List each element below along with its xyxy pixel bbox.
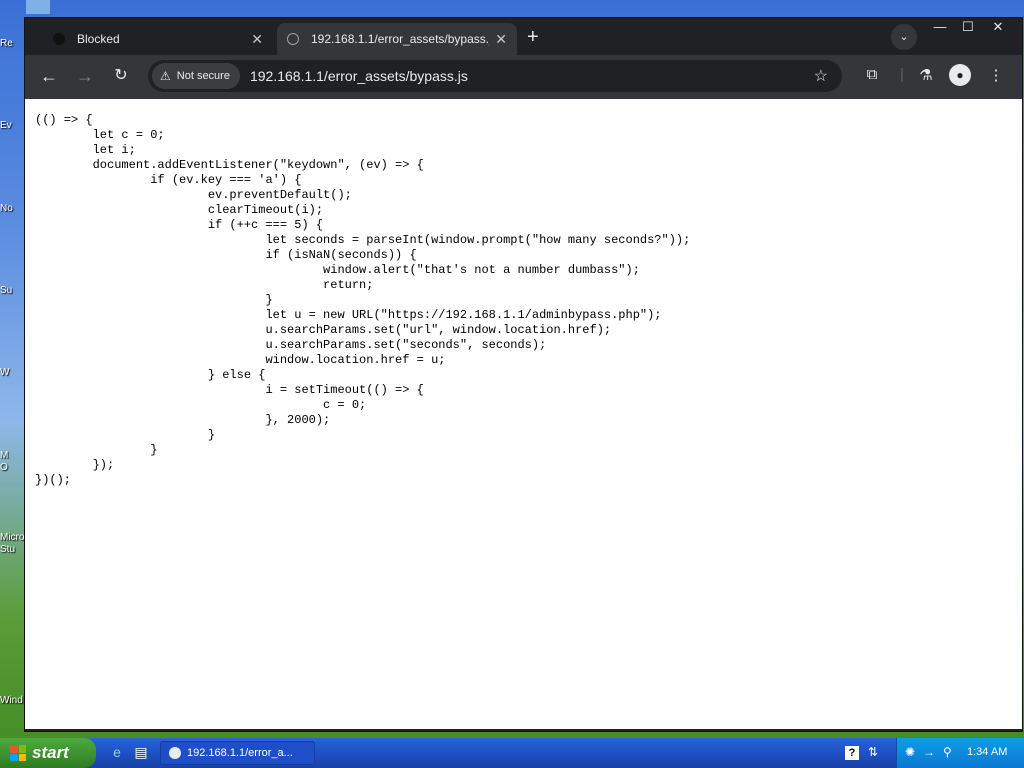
tab-favicon-icon — [53, 33, 65, 45]
forward-button[interactable]: → — [73, 65, 97, 87]
minimize-button[interactable]: — — [925, 18, 955, 36]
security-chip[interactable]: ⚠ Not secure — [152, 63, 240, 89]
desktop-label[interactable]: Re — [0, 38, 24, 49]
tab-search-button[interactable]: ⌄ — [891, 24, 917, 50]
start-label: start — [32, 743, 69, 762]
close-window-button[interactable]: ✕ — [983, 18, 1013, 36]
reload-button[interactable]: ↻ — [109, 65, 133, 87]
taskbar: start e ▤ 192.168.1.1/error_a... ? ⇅ ✺ →… — [0, 738, 1024, 768]
clock: 1:34 AM — [967, 746, 1008, 758]
bookmark-star-icon[interactable]: ☆ — [814, 66, 828, 86]
tray-arrows-icon[interactable]: ⇅ — [868, 745, 878, 759]
desktop-label[interactable]: Su — [0, 285, 24, 296]
system-tray: ✺ → ⚲ 1:34 AM — [896, 738, 1024, 768]
taskbar-window-item[interactable]: 192.168.1.1/error_a... — [160, 741, 315, 765]
address-bar[interactable]: ⚠ Not secure 192.168.1.1/error_assets/by… — [148, 60, 842, 92]
desktop-label[interactable]: O — [0, 462, 24, 473]
globe-icon — [287, 33, 299, 45]
security-label: Not secure — [176, 70, 230, 82]
tray-arrow-icon[interactable]: → — [923, 745, 935, 759]
more-menu-icon[interactable]: ⋮ — [985, 66, 1007, 84]
tab-title: Blocked — [77, 32, 120, 46]
desktop-label[interactable]: Wind — [0, 695, 24, 706]
page-content: (() => { let c = 0; let i; document.addE… — [25, 99, 1022, 729]
desktop-label[interactable]: No — [0, 203, 24, 214]
chrome-icon — [169, 747, 181, 759]
search-icon[interactable]: ⚲ — [943, 745, 952, 759]
warning-triangle-icon: ⚠ — [160, 69, 171, 83]
labs-flask-icon[interactable]: ⚗ — [915, 66, 937, 84]
toolbar-divider: | — [900, 66, 904, 83]
tab-bypass-js[interactable]: 192.168.1.1/error_assets/bypass.js ✕ — [277, 23, 517, 55]
tab-close-icon[interactable]: ✕ — [251, 31, 263, 48]
profile-avatar-icon[interactable]: ● — [949, 64, 971, 86]
tab-close-icon[interactable]: ✕ — [495, 31, 507, 48]
new-tab-button[interactable]: + — [527, 26, 539, 48]
browser-toolbar: ← → ↻ ⚠ Not secure 192.168.1.1/error_ass… — [25, 55, 1022, 99]
extensions-icon[interactable]: ⧉ — [861, 66, 883, 83]
network-icon[interactable]: ✺ — [905, 745, 915, 759]
desktop-label[interactable]: M — [0, 450, 24, 461]
desktop-label[interactable]: Ev — [0, 120, 24, 131]
help-icon[interactable]: ? — [845, 746, 859, 760]
desktop-icon[interactable] — [26, 0, 50, 14]
windows-flag-icon — [10, 745, 26, 761]
desktop-icon-labels: Re Ev No Su W M O Micro Stu Wind — [0, 0, 26, 740]
internet-explorer-icon[interactable]: e — [108, 744, 126, 760]
taskbar-item-label: 192.168.1.1/error_a... — [187, 747, 293, 759]
tab-title: 192.168.1.1/error_assets/bypass.js — [311, 32, 490, 46]
desktop-label[interactable]: Stu — [0, 544, 24, 555]
desktop-label[interactable]: Micro — [0, 532, 24, 543]
start-button[interactable]: start — [0, 738, 96, 768]
url-text[interactable]: 192.168.1.1/error_assets/bypass.js — [250, 68, 814, 84]
quick-launch-icon[interactable]: ▤ — [132, 744, 150, 761]
tab-blocked[interactable]: Blocked ✕ — [43, 23, 273, 55]
source-code: (() => { let c = 0; let i; document.addE… — [35, 113, 691, 487]
back-button[interactable]: ← — [37, 65, 61, 87]
tab-bar: Blocked ✕ 192.168.1.1/error_assets/bypas… — [25, 18, 1022, 55]
browser-window: Blocked ✕ 192.168.1.1/error_assets/bypas… — [24, 17, 1023, 732]
maximize-button[interactable]: ☐ — [953, 18, 983, 36]
desktop-label[interactable]: W — [0, 367, 24, 378]
